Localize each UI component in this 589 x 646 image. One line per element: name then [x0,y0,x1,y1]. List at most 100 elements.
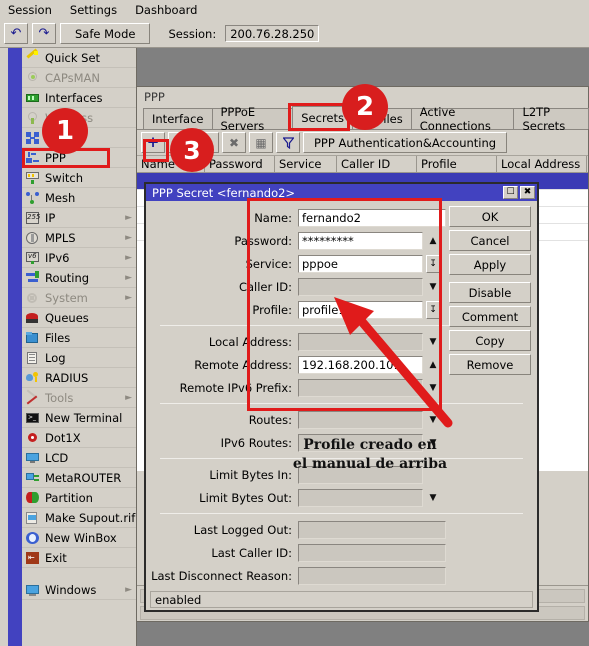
sidebar-item-tools[interactable]: Tools ► [22,388,136,408]
table-column-header[interactable]: Password [205,156,275,172]
field-input[interactable] [298,278,423,296]
sidebar-item-partition[interactable]: Partition [22,488,136,508]
switch-icon [25,171,40,185]
tools-icon [25,389,40,405]
disable-secret-button[interactable]: ✖ [222,132,246,153]
sidebar-item-label: Exit [45,550,67,565]
caret-down-icon[interactable]: ▼ [426,415,440,425]
sidebar-item-capsman[interactable]: CAPsMAN [22,68,136,88]
field-input[interactable] [298,379,423,397]
caret-up-icon[interactable]: ▲ [426,236,440,246]
field-input[interactable] [298,489,423,507]
tab-label: Interface [152,112,204,126]
dialog-title-bar[interactable]: PPP Secret <fernando2> ☐ ✖ [146,184,537,201]
table-column-header[interactable]: Service [275,156,337,172]
apply-button[interactable]: Apply [449,254,531,275]
field-input[interactable] [298,521,446,539]
add-secret-button[interactable]: + [141,132,165,153]
field-label: Routes: [248,413,292,427]
dialog-status-bar: enabled [150,591,533,608]
field-input[interactable] [298,567,446,585]
session-address-field[interactable]: 200.76.28.250 [225,25,320,42]
caret-down-icon[interactable]: ▼ [426,493,440,503]
sidebar-item-routing[interactable]: Routing ► [22,268,136,288]
sidebar-item-lcd[interactable]: LCD [22,448,136,468]
sidebar-item-files[interactable]: Files [22,328,136,348]
sidebar-item-exit[interactable]: ⇤ Exit [22,548,136,568]
menu-item-settings[interactable]: Settings [70,3,117,17]
menu-bar: Session Settings Dashboard [0,0,589,20]
sidebar-item-mesh[interactable]: Mesh [22,188,136,208]
tab-pppoe-servers[interactable]: PPPoE Servers [211,105,294,133]
caret-down-icon[interactable]: ▼ [426,282,440,292]
sidebar-item-interfaces[interactable]: Interfaces [22,88,136,108]
table-column-header[interactable]: Caller ID [337,156,417,172]
field-input[interactable] [298,411,423,429]
sidebar-item-system[interactable]: System ► [22,288,136,308]
comment-button[interactable]: Comment [449,306,531,327]
chevron-right-icon: ► [125,232,132,243]
menu-item-dashboard[interactable]: Dashboard [135,3,197,17]
field-input[interactable]: 192.168.200.101 [298,356,423,374]
ppp-secret-dialog: PPP Secret <fernando2> ☐ ✖ Name: fernando… [144,182,539,612]
sidebar-item-label: Files [45,330,71,345]
ok-button[interactable]: OK [449,206,531,227]
undo-arrow-icon: ↶ [10,26,22,41]
sidebar-item-switch[interactable]: Switch [22,168,136,188]
sidebar-item-ipv6[interactable]: v6 IPv6 ► [22,248,136,268]
undo-button[interactable]: ↶ [4,23,28,44]
maximize-button[interactable]: ☐ [503,186,518,199]
sidebar-item-metarouter[interactable]: MetaROUTER [22,468,136,488]
safe-mode-button[interactable]: Safe Mode [60,23,151,44]
field-input[interactable]: profile1 [298,301,423,319]
annotation-badge-3-number: 3 [183,135,201,165]
sidebar-item-radius[interactable]: RADIUS [22,368,136,388]
field-label: Local Address: [208,335,292,349]
cancel-button[interactable]: Cancel [449,230,531,251]
system-icon [25,291,40,305]
sidebar-item-log[interactable]: Log [22,348,136,368]
field-input[interactable] [298,333,423,351]
sidebar-item-quick-set[interactable]: Quick Set [22,47,136,68]
copy-button[interactable]: Copy [449,330,531,351]
ppp-auth-accounting-button[interactable]: PPP Authentication&Accounting [303,132,508,153]
annotation-badge-2-number: 2 [355,92,375,122]
tab-interface[interactable]: Interface [143,108,213,129]
sidebar-item-windows[interactable]: Windows ► [22,580,136,600]
sidebar-item-mpls[interactable]: MPLS ► [22,228,136,248]
filter-button[interactable] [276,132,300,153]
field-label: Limit Bytes Out: [199,491,292,505]
sidebar-item-make-supout-rif[interactable]: Make Supout.rif [22,508,136,528]
field-label: Remote IPv6 Prefix: [179,381,292,395]
comment-secret-button[interactable]: ▦ [249,132,273,153]
field-input[interactable]: fernando2 [298,209,446,227]
caret-down-icon[interactable]: ▼ [426,383,440,393]
menu-item-session[interactable]: Session [8,3,52,17]
disable-x-icon: ✖ [228,135,240,150]
table-column-label: Name [141,157,175,171]
field-input[interactable]: pppoe [298,255,423,273]
remove-button[interactable]: Remove [449,354,531,375]
sidebar-item-new-winbox[interactable]: New WinBox [22,528,136,548]
caret-up-icon[interactable]: ▲ [426,360,440,370]
table-column-header[interactable]: Profile [417,156,497,172]
tab-l2tp-secrets[interactable]: L2TP Secrets [513,105,589,133]
sidebar-item-ppp[interactable]: PPP [22,148,136,168]
field-input[interactable]: ********* [298,232,423,250]
sidebar-item-dot1x[interactable]: Dot1X [22,428,136,448]
close-icon: ✖ [523,187,532,197]
sidebar-accent-bar [8,48,22,646]
tab-active-connections[interactable]: Active Connections [410,105,515,133]
sidebar-item-label: New Terminal [45,410,123,425]
redo-button[interactable]: ↷ [32,23,56,44]
sidebar-item-new-terminal[interactable]: >_ New Terminal [22,408,136,428]
table-column-header[interactable]: Local Address [497,156,587,172]
close-button[interactable]: ✖ [520,186,535,199]
disable-button[interactable]: Disable [449,282,531,303]
field-input[interactable] [298,544,446,562]
sidebar-item-ip[interactable]: 255 IP ► [22,208,136,228]
caret-down-icon[interactable]: ▼ [426,337,440,347]
dropdown-spinner-button[interactable]: ↧ [426,301,440,319]
dropdown-spinner-button[interactable]: ↧ [426,255,440,273]
sidebar-item-queues[interactable]: Queues [22,308,136,328]
